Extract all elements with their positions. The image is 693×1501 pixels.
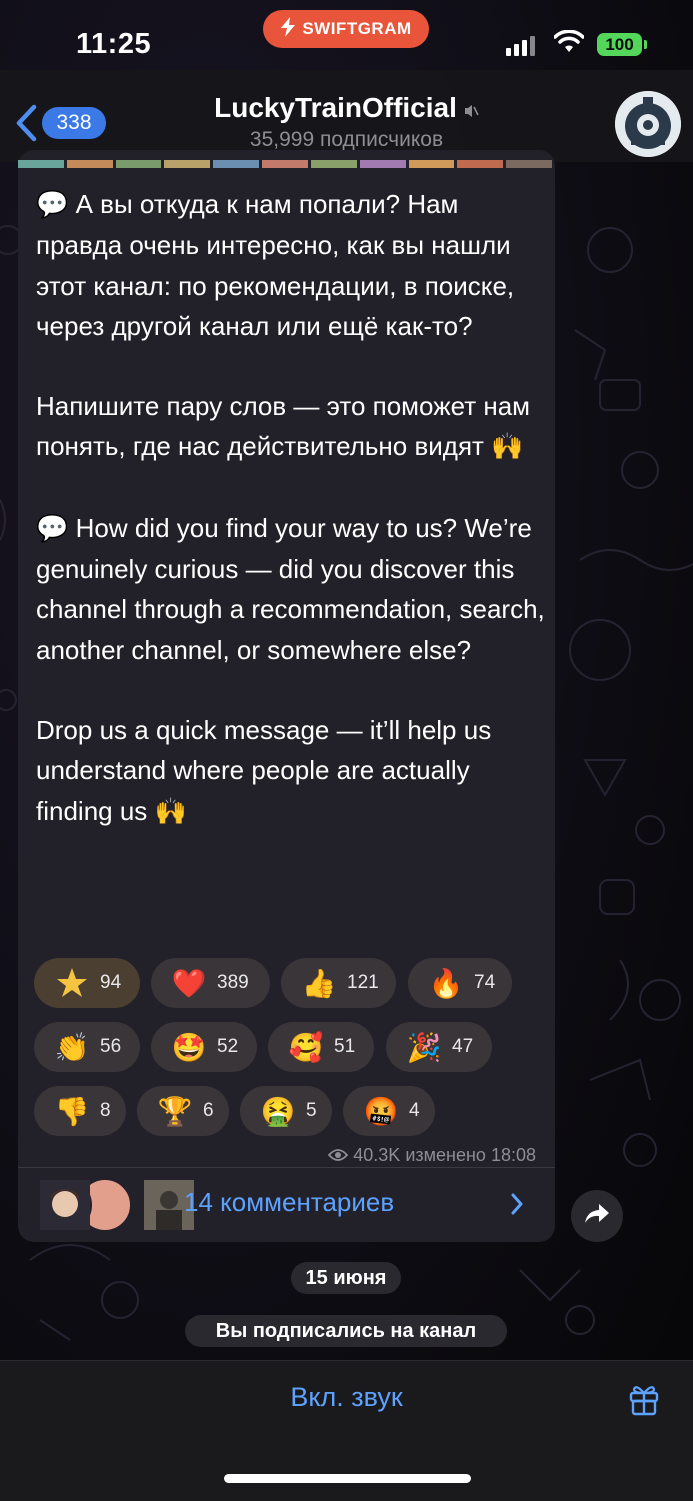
share-arrow-icon [584, 1203, 610, 1230]
reaction-thumbs-up[interactable]: 👍 121 [281, 958, 396, 1008]
battery-indicator: 100 [597, 33, 642, 56]
cursing-face-icon: 🤬 [363, 1094, 399, 1128]
trophy-icon: 🏆 [157, 1094, 193, 1128]
fire-icon: 🔥 [428, 966, 464, 1000]
star-struck-face-icon: 🤩 [171, 1030, 207, 1064]
wifi-icon [553, 29, 585, 59]
raising-hands-icon: 🙌 [154, 796, 187, 827]
paragraph-ru-question: 💬 А вы откуда к нам попали? Нам правда о… [36, 189, 522, 341]
smiling-face-with-hearts-icon: 🥰 [288, 1030, 324, 1064]
unmute-button[interactable]: Вкл. звук [0, 1382, 693, 1413]
edited-label: изменено [405, 1145, 486, 1165]
thumbs-up-icon: 👍 [301, 966, 337, 1000]
subscriber-count: 35,999 подписчиков [249, 128, 444, 151]
lightning-icon [280, 16, 296, 42]
share-button[interactable] [571, 1190, 623, 1242]
raising-hands-icon: 🙌 [491, 432, 524, 463]
commenter-avatar-1 [38, 1178, 92, 1232]
reaction-cursing[interactable]: 🤬 4 [343, 1086, 435, 1136]
subscribed-notice: Вы подписались на канал [185, 1315, 507, 1347]
cellular-signal-icon [506, 36, 535, 56]
reaction-hearts-face[interactable]: 🥰 51 [268, 1022, 374, 1072]
reaction-party[interactable]: 🎉 47 [386, 1022, 492, 1072]
red-heart-icon: ❤️ [171, 966, 207, 1000]
eye-icon [328, 1145, 349, 1165]
chevron-right-icon [510, 1192, 524, 1221]
post-meta: 40.3K изменено 18:08 [290, 1145, 536, 1166]
media-preview-strip [18, 160, 555, 168]
muted-speaker-icon [463, 94, 479, 126]
reaction-trophy[interactable]: 🏆 6 [137, 1086, 229, 1136]
edit-time: 18:08 [490, 1145, 536, 1165]
status-time: 11:25 [76, 28, 152, 60]
battery-tip [644, 40, 647, 49]
thumbs-down-icon: 👎 [54, 1094, 90, 1128]
reaction-vomit[interactable]: 🤮 5 [240, 1086, 332, 1136]
paragraph-en-cta: Drop us a quick message — it’ll help us … [36, 714, 499, 827]
star-sparkle-icon [54, 965, 90, 1001]
swiftgram-badge: SWIFTGRAM [263, 10, 429, 48]
paragraph-ru-cta: Напишите пару слов — это поможет нам пон… [36, 391, 538, 463]
date-separator: 15 июня [291, 1262, 401, 1294]
channel-avatar[interactable] [615, 91, 681, 157]
view-count: 40.3K [353, 1145, 401, 1165]
clapping-hands-icon: 👏 [54, 1030, 90, 1064]
speech-bubble-icon: 💬 [36, 190, 69, 220]
reaction-heart[interactable]: ❤️ 389 [151, 958, 270, 1008]
comments-divider [18, 1167, 555, 1168]
reaction-thumbs-down[interactable]: 👎 8 [34, 1086, 126, 1136]
reaction-star[interactable]: 94 [34, 958, 140, 1008]
speech-bubble-icon: 💬 [36, 513, 69, 544]
channel-title[interactable]: LuckyTrainOfficial [0, 92, 693, 126]
party-popper-icon: 🎉 [406, 1030, 442, 1064]
reaction-fire[interactable]: 🔥 74 [408, 958, 512, 1008]
vomiting-face-icon: 🤮 [260, 1094, 296, 1128]
home-indicator [224, 1474, 471, 1483]
gift-icon[interactable] [628, 1382, 660, 1421]
reaction-star-struck[interactable]: 🤩 52 [151, 1022, 257, 1072]
channel-name: LuckyTrainOfficial [214, 92, 457, 123]
post-text: 💬 А вы откуда к нам попали? Нам правда о… [36, 184, 546, 832]
comments-link[interactable]: 14 комментариев [184, 1187, 394, 1218]
swiftgram-label: SWIFTGRAM [302, 19, 412, 38]
paragraph-en-question: 💬 How did you find your way to us? We’re… [36, 512, 552, 665]
reaction-clap[interactable]: 👏 56 [34, 1022, 140, 1072]
